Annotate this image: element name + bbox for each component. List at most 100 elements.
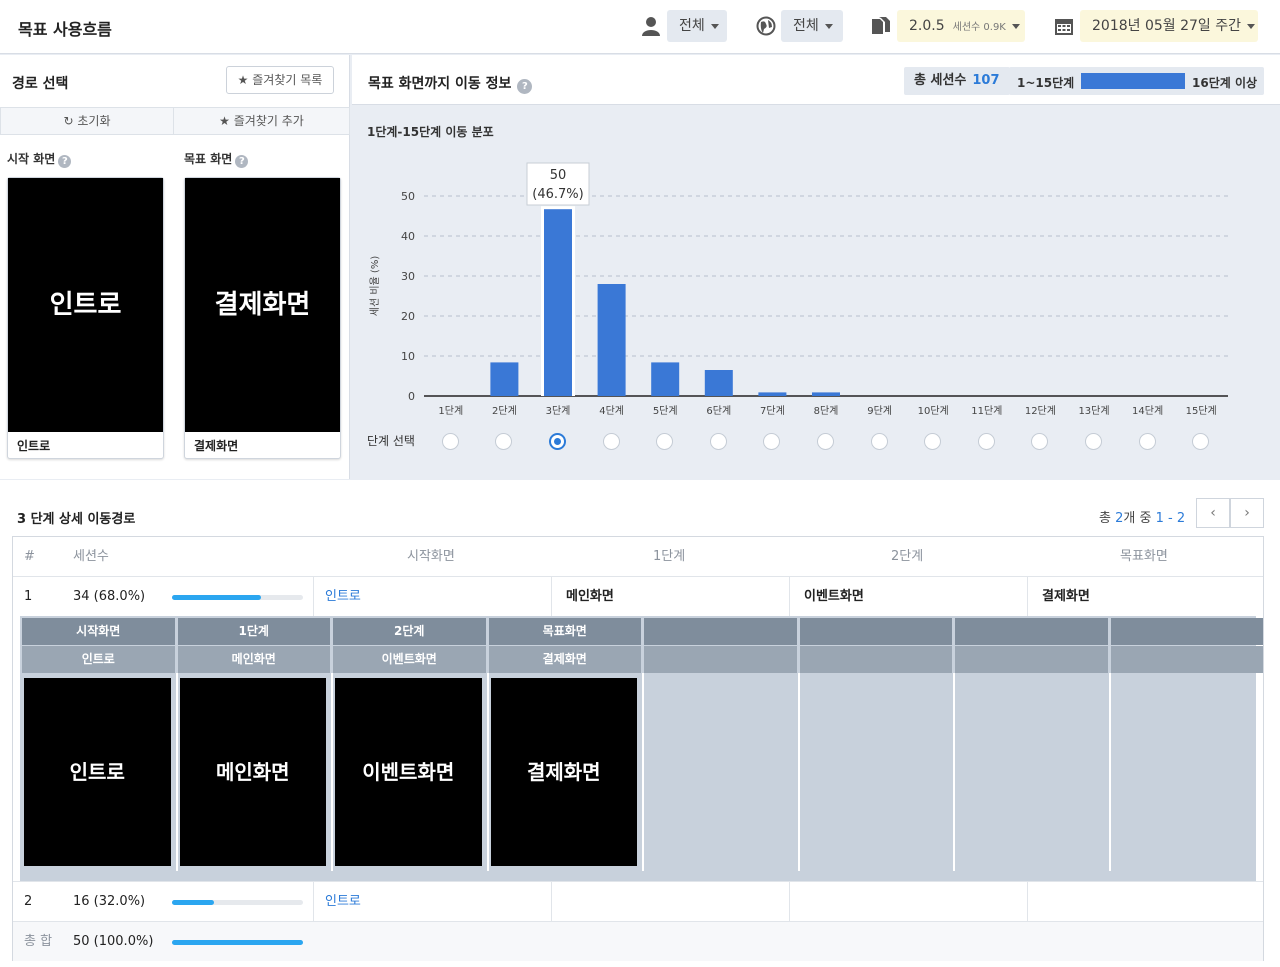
table-row[interactable]: 2 16 (32.0%) 인트로 [13, 881, 1263, 921]
calendar-icon [1055, 19, 1073, 35]
start-screen-label: 시작 화면? [7, 150, 72, 168]
prev-page-button[interactable]: ‹ [1196, 498, 1230, 528]
goal-screen-thumbnail: 결제화면 [185, 178, 340, 432]
x-tick-label: 11단계 [971, 405, 1002, 417]
step-radio[interactable] [817, 433, 834, 450]
column-divider [642, 673, 644, 871]
session-ratio-bar [172, 595, 303, 600]
expand-screen-name: 결제화면 [488, 646, 641, 673]
session-ratio-bar [172, 900, 303, 905]
pager-info: 총 2개 중 1 - 2 [1099, 511, 1186, 526]
page-title: 목표 사용흐름 [18, 20, 112, 39]
x-tick-label: 9단계 [867, 405, 892, 417]
date-dropdown[interactable]: 2018년 05월 27일 주간 [1080, 10, 1258, 42]
expand-step-header: 1단계 [177, 618, 330, 645]
step-radio[interactable] [495, 433, 513, 450]
column-divider [1108, 673, 1111, 871]
x-tick-label: 2단계 [492, 405, 517, 417]
table-row[interactable]: 1 34 (68.0%) 인트로 메인화면 이벤트화면 결제화면 [13, 576, 1263, 616]
step-radio[interactable] [709, 433, 727, 450]
step-radio[interactable] [1192, 433, 1210, 450]
x-tick-label: 5단계 [653, 405, 678, 417]
help-icon[interactable]: ? [58, 155, 72, 168]
x-tick-label: 12단계 [1025, 405, 1056, 417]
step-radio[interactable] [763, 433, 781, 450]
help-icon[interactable]: ? [517, 79, 533, 94]
step-radio[interactable] [924, 433, 942, 450]
step-distribution-chart: 1단계-15단계 이동 분포 0 10 20 30 40 50 세션 비율 (%) 1단계 2단… [352, 106, 1280, 479]
goal-screen-card[interactable]: 결제화면 결제화면 [184, 177, 341, 459]
bar [490, 362, 519, 396]
expand-screen-name: 이벤트화면 [333, 646, 486, 673]
column-header: 세션수 [73, 549, 109, 564]
goal-screen-caption: 결제화면 [194, 439, 239, 453]
x-tick-label: 6단계 [706, 405, 731, 417]
x-tick-label: 7단계 [760, 405, 785, 417]
x-tick-label: 1단계 [438, 405, 463, 417]
expand-screen-name [955, 646, 1108, 673]
column-header: 1단계 [653, 549, 686, 564]
start-screen-link[interactable]: 인트로 [325, 882, 361, 921]
start-screen-thumbnail: 인트로 [8, 178, 163, 432]
start-screen-card[interactable]: 인트로 인트로 [7, 177, 164, 459]
reset-button[interactable]: ↻ 초기화 [0, 107, 174, 135]
step-radio[interactable] [441, 433, 459, 450]
x-tick-label: 14단계 [1132, 405, 1163, 417]
detail-path-section: 3 단계 상세 이동경로 총 2개 중 1 - 2 ‹ › # 세션수 시작화면… [0, 480, 1280, 967]
step-radio[interactable] [977, 433, 995, 450]
x-tick-label: 3단계 [546, 405, 571, 417]
step-radio[interactable] [656, 433, 674, 450]
favorite-add-button[interactable]: ★ 즐겨찾기 추가 [173, 107, 350, 135]
x-tick-label: 15단계 [1186, 405, 1217, 417]
chevron-down-icon [1247, 23, 1256, 29]
total-row: 총 합 50 (100.0%) [13, 921, 1263, 961]
step-select-label: 단계 선택 [367, 434, 415, 448]
region-filter-dropdown[interactable]: 전체 [781, 10, 843, 42]
step-radio[interactable] [1138, 433, 1156, 450]
expand-screen-name [799, 646, 952, 673]
expanded-path-screens: 시작화면 인트로 인트로 1단계 메인화면 메인화면 2단계 이벤트화면 이벤트화면 목표화면 결제… [20, 616, 1263, 881]
x-tick-label: 10단계 [918, 405, 949, 417]
detail-title: 3 단계 상세 이동경로 [17, 512, 136, 527]
start-screen-caption: 인트로 [17, 439, 51, 453]
step-radio[interactable] [549, 433, 566, 450]
favorites-list-button[interactable]: ★ 즐겨찾기 목록 [226, 66, 334, 94]
step-radio[interactable] [1031, 433, 1049, 450]
expand-screen-thumbnail[interactable]: 인트로 [24, 678, 171, 866]
path-select-title: 경로 선택 [12, 76, 69, 92]
y-tick-label: 10 [401, 350, 415, 363]
y-tick-label: 50 [401, 190, 415, 203]
detail-path-table: # 세션수 시작화면 1단계 2단계 목표화면 1 34 (68.0%) 인트로… [12, 536, 1264, 961]
column-divider [486, 673, 489, 871]
expand-step-header: 시작화면 [22, 618, 175, 645]
version-dropdown[interactable]: 2.0.5 세션수 0.9K [897, 10, 1025, 42]
legend-swatch [1081, 73, 1185, 89]
start-screen-link[interactable]: 인트로 [325, 577, 361, 616]
top-header: 목표 사용흐름 전체 전체 2.0.5 세션수 0.9K 2018년 05월 27… [0, 0, 1280, 54]
x-tick-label: 13단계 [1078, 405, 1109, 417]
y-tick-label: 40 [401, 230, 415, 243]
bar [597, 284, 626, 396]
expand-screen-name [644, 646, 797, 673]
column-header: 2단계 [891, 549, 924, 564]
help-icon[interactable]: ? [235, 155, 249, 168]
expand-screen-thumbnail[interactable]: 이벤트화면 [335, 678, 482, 866]
chevron-down-icon [710, 23, 719, 29]
bar [812, 392, 840, 396]
y-tick-label: 30 [401, 270, 415, 283]
column-divider [331, 673, 333, 871]
total-sessions-badge: 총 세션수 107 [904, 67, 1010, 95]
expand-step-header [955, 618, 1108, 645]
y-tick-label: 20 [401, 310, 415, 323]
step-radio[interactable] [1085, 433, 1102, 450]
next-page-button[interactable]: › [1230, 498, 1264, 528]
bar [704, 370, 733, 396]
step-radio[interactable] [602, 433, 620, 450]
user-filter-dropdown[interactable]: 전체 [667, 10, 727, 42]
column-header: 시작화면 [407, 549, 455, 564]
y-tick-label: 0 [408, 390, 415, 403]
chevron-down-icon [824, 23, 833, 29]
expand-screen-thumbnail[interactable]: 결제화면 [490, 678, 637, 866]
step-radio[interactable] [870, 433, 888, 450]
expand-screen-thumbnail[interactable]: 메인화면 [179, 678, 326, 866]
